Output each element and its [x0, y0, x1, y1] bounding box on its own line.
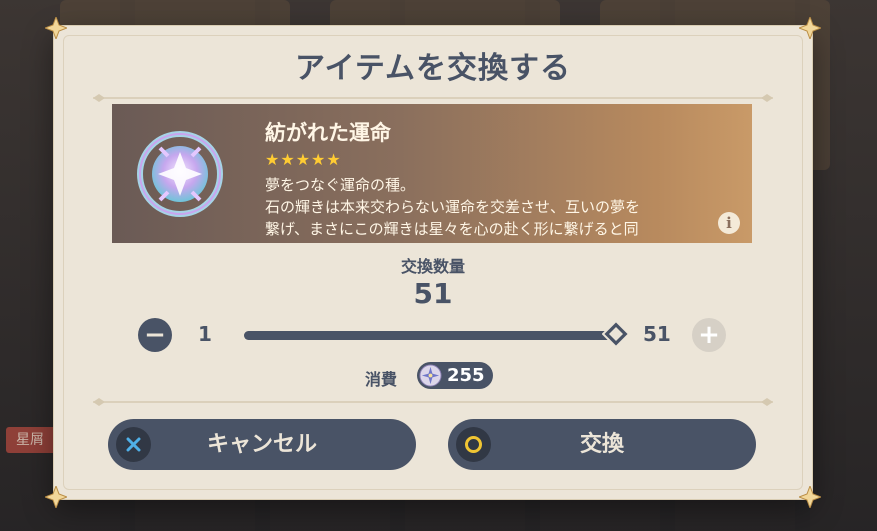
confirm-button[interactable]: 交換: [448, 419, 756, 470]
rarity-stars: ★★★★★: [265, 150, 342, 169]
cost-amount: 255: [447, 365, 485, 386]
divider: [93, 89, 773, 102]
corner-ornament-icon: [43, 484, 69, 510]
cancel-button[interactable]: キャンセル: [108, 419, 416, 470]
corner-ornament-icon: [797, 484, 823, 510]
info-icon[interactable]: i: [718, 212, 740, 234]
cancel-label: キャンセル: [206, 432, 317, 457]
slider-fill: [244, 331, 616, 340]
cost-label: 消費: [365, 370, 398, 389]
close-icon: [116, 427, 151, 462]
divider: [93, 393, 773, 406]
description-line: 夢をつなぐ運命の種。: [265, 176, 416, 194]
decrease-button[interactable]: −: [138, 318, 172, 352]
starglitter-icon: [419, 364, 442, 387]
exchange-dialog: アイテムを交換する 紡がれた運命 ★★★★★ 夢をつなぐ運命の種。 石の輝きは本…: [43, 15, 823, 510]
quantity-slider[interactable]: [244, 319, 631, 349]
cost-pill: 255: [417, 362, 493, 389]
item-description: 夢をつなぐ運命の種。 石の輝きは本来交わらない運命を交差させ、互いの夢を 繋げ、…: [265, 174, 725, 240]
description-line: 繋げ、まさにこの輝きは星々を心の赴く形に繋げると同: [265, 220, 639, 238]
confirm-circle-icon: [456, 427, 491, 462]
minus-icon: −: [144, 320, 166, 350]
slider-max-value: 51: [643, 322, 671, 346]
quantity-label: 交換数量: [400, 257, 465, 276]
intertwined-fate-icon: [130, 122, 230, 222]
quantity-value: 51: [413, 277, 453, 310]
description-line: 石の輝きは本来交わらない運命を交差させ、互いの夢を: [265, 198, 641, 216]
slider-handle[interactable]: [601, 319, 631, 349]
plus-icon: +: [698, 320, 720, 350]
dialog-title: アイテムを交換する: [295, 51, 571, 86]
slider-min-value: 1: [198, 322, 212, 346]
item-card: 紡がれた運命 ★★★★★ 夢をつなぐ運命の種。 石の輝きは本来交わらない運命を交…: [112, 104, 752, 243]
increase-button[interactable]: +: [692, 318, 726, 352]
corner-ornament-icon: [797, 15, 823, 41]
item-name: 紡がれた運命: [265, 121, 391, 145]
confirm-label: 交換: [579, 432, 624, 457]
corner-ornament-icon: [43, 15, 69, 41]
